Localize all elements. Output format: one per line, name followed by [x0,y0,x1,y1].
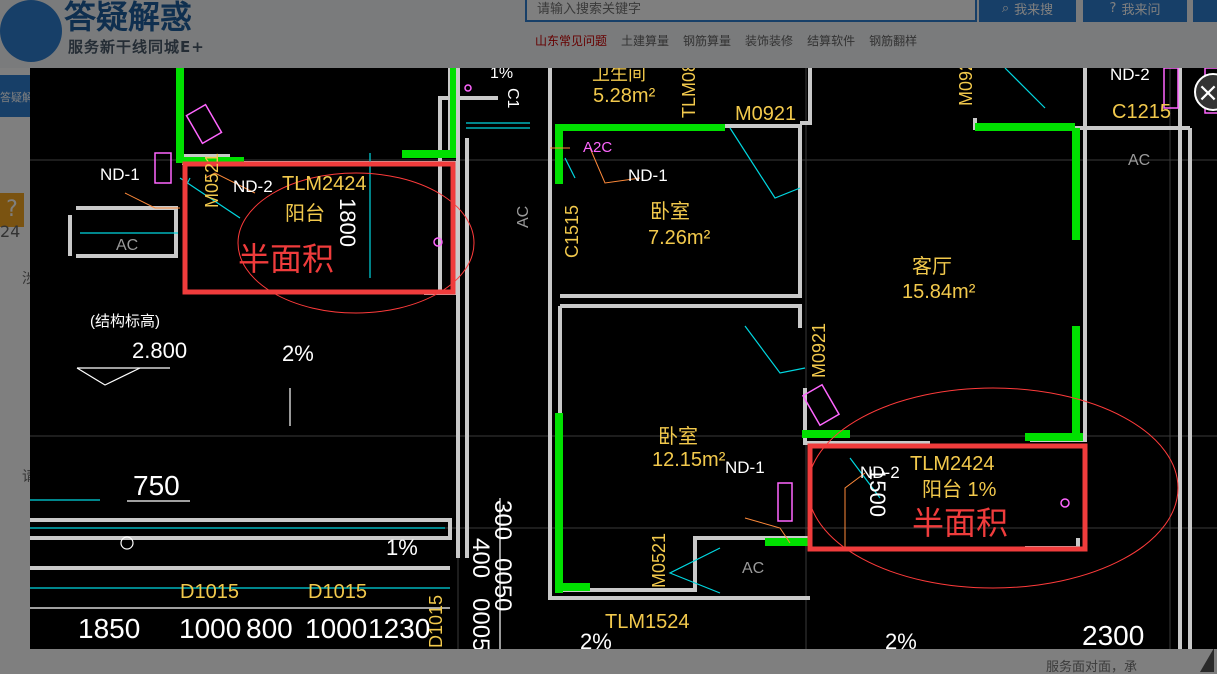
label-bedroom-b-area: 12.15m² [652,449,726,471]
label-slope-2-a: 2% [282,341,314,366]
label-half-area-a: 半面积 [238,240,334,278]
label-dim-1800: 1800 [335,198,360,247]
label-bedroom-a-area: 7.26m² [648,227,711,249]
white-labels: ND-1 ND-2 (结构标高) 2.800 2% 750 1% 1850 10… [78,68,1150,649]
label-d1015-a: D1015 [180,581,239,603]
label-nd1-c: ND-1 [725,458,765,477]
label-wc-area: 5.28m² [593,85,656,107]
label-dim-1230: 1230 [368,613,430,644]
label-slope-1-frag: 1% [490,68,513,82]
label-living-area: 15.84m² [902,281,976,303]
label-c1215: C1215 [1112,101,1171,123]
label-nd2-c: ND-2 [1110,68,1150,84]
close-icon[interactable]: × [1194,73,1217,111]
orange-leaders [124,147,866,548]
label-tlm08: TLM08 [679,68,699,118]
label-balcony-b: 阳台 1% [922,478,997,501]
label-slope-2-c: 2% [885,629,917,649]
label-dim-300: 300 [489,500,516,540]
label-c1-frag: C1 [504,88,521,109]
label-wc-name: 卫生间 [592,68,646,84]
yellow-labels: TLM2424 阳台 卫生间 5.28m² M0921 卧室 7.26m² 客厅… [180,68,1171,648]
label-dim-0005: 0005 [467,598,494,649]
label-dim-1000-a: 1000 [179,613,241,644]
label-living: 客厅 [912,255,952,278]
label-dim-2300: 2300 [1082,620,1144,649]
label-nd1-b: ND-1 [628,166,668,185]
label-m0521-a: M0521 [202,153,222,208]
label-m0921-a: M0921 [735,103,796,125]
label-bedroom-a: 卧室 [650,200,690,223]
label-m0521-b: M0521 [649,533,669,588]
label-d1015-b: D1015 [308,581,367,603]
label-bedroom-b: 卧室 [658,425,698,448]
label-ac-a: AC [116,237,138,254]
label-ac-c: AC [1128,152,1150,169]
image-lightbox: ND-1 ND-2 (结构标高) 2.800 2% 750 1% 1850 10… [30,68,1217,649]
label-m0921-c: M0921 [956,68,976,106]
label-elev-2800: 2.800 [132,338,187,363]
label-tlm2424-a: TLM2424 [282,173,367,195]
label-nd1-a: ND-1 [100,165,140,184]
cad-floor-plan: ND-1 ND-2 (结构标高) 2.800 2% 750 1% 1850 10… [30,68,1217,649]
label-half-area-b: 半面积 [912,504,1008,542]
label-ac-d: AC [742,560,764,577]
label-struct-elev: (结构标高) [90,313,160,330]
label-dim-1000-b: 1000 [305,613,367,644]
label-balcony-a: 阳台 [285,202,325,225]
label-dim-750: 750 [133,470,180,501]
half-area-labels: 半面积 半面积 [238,240,1008,542]
label-tlm1524: TLM1524 [605,611,690,633]
label-ac-b: AC [515,206,532,228]
label-m0921-b: M0921 [809,323,829,378]
label-slope-1-a: 1% [386,535,418,560]
label-dim-1850: 1850 [78,613,140,644]
label-dim-1500: 1500 [865,468,890,517]
label-nd2-a: ND-2 [233,177,273,196]
label-c1515: C1515 [562,205,582,258]
label-tlm2424-b: TLM2424 [910,453,995,475]
label-a2c: A2C [583,139,612,156]
label-dim-800: 800 [246,613,293,644]
label-d1015-c: D1015 [426,595,446,648]
